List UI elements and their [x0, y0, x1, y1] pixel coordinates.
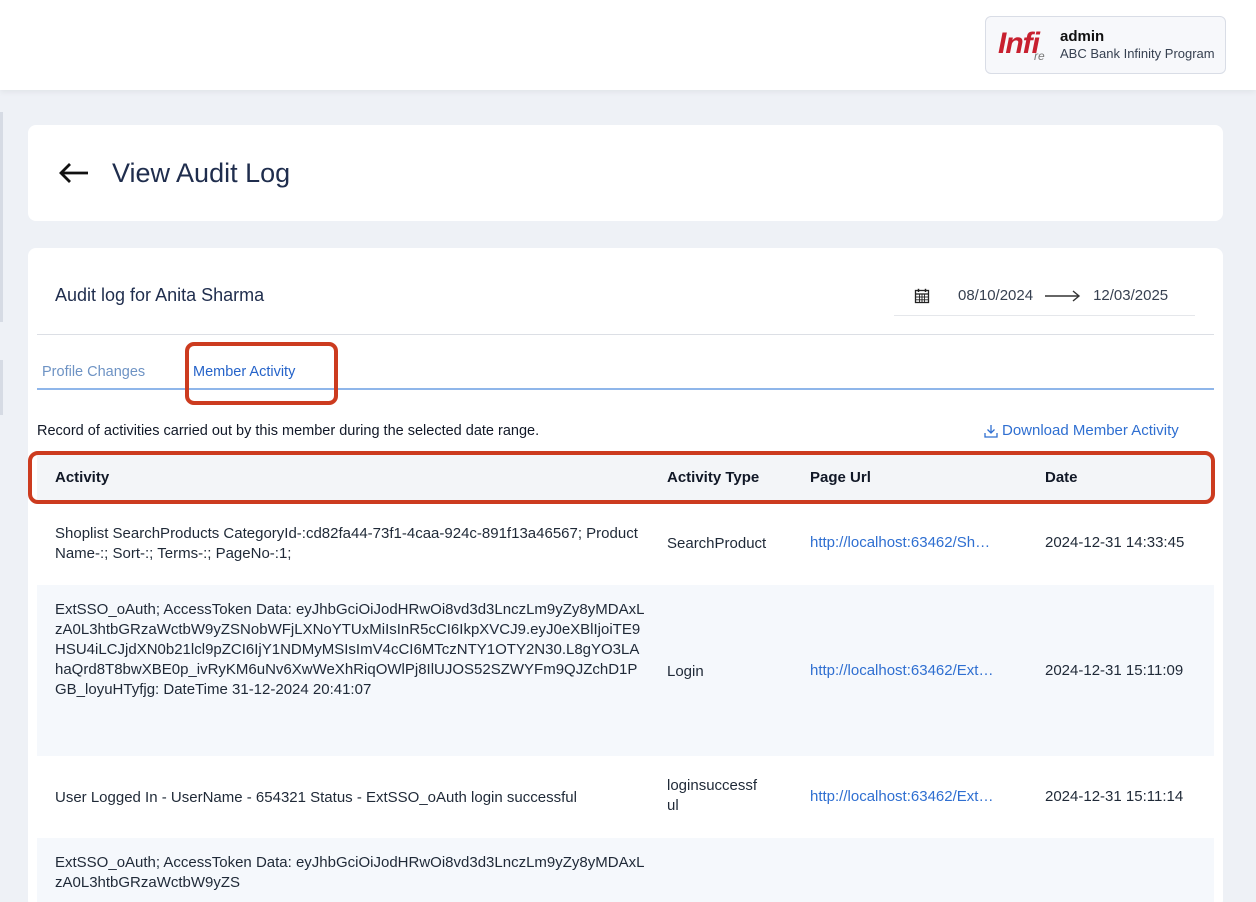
- activity-cell: User Logged In - UserName - 654321 Statu…: [55, 789, 577, 806]
- date-range-end[interactable]: 12/03/2025: [1093, 287, 1168, 304]
- top-bar: Infi re admin ABC Bank Infinity Program: [0, 0, 1256, 90]
- user-name: admin: [1060, 28, 1105, 46]
- date-cell: 2024-12-31 14:33:45: [1045, 534, 1185, 551]
- tab-highlight-box: [185, 342, 338, 405]
- table-row: ExtSSO_oAuth; AccessToken Data: eyJhbGci…: [37, 585, 1214, 756]
- program-name: ABC Bank Infinity Program: [1060, 46, 1215, 62]
- table-row: ExtSSO_oAuth; AccessToken Data: eyJhbGci…: [37, 838, 1214, 902]
- date-cell: 2024-12-31 15:11:09: [1045, 662, 1184, 679]
- date-range-start[interactable]: 08/10/2024: [958, 287, 1033, 304]
- page-url-link[interactable]: http://localhost:63462/Ext…: [810, 662, 1020, 679]
- side-panel-edge: [0, 360, 3, 415]
- logo-sub: re: [1034, 49, 1045, 63]
- audit-log-subtitle: Audit log for Anita Sharma: [55, 285, 265, 305]
- date-cell: 2024-12-31 15:11:14: [1045, 788, 1184, 805]
- date-range-picker[interactable]: 08/10/2024 12/03/2025: [894, 276, 1195, 316]
- logo-mark: Infi: [998, 27, 1040, 60]
- section-divider: [37, 334, 1214, 335]
- calendar-icon: [914, 288, 930, 303]
- download-icon: [984, 424, 998, 438]
- activity-cell: ExtSSO_oAuth; AccessToken Data: eyJhbGci…: [55, 854, 645, 891]
- program-logo: Infi re: [998, 27, 1054, 63]
- user-account-chip[interactable]: Infi re admin ABC Bank Infinity Program: [985, 16, 1226, 74]
- page-url-link[interactable]: http://localhost:63462/Sh…: [810, 534, 1020, 551]
- activity-description: Record of activities carried out by this…: [37, 423, 540, 439]
- table-row: User Logged In - UserName - 654321 Statu…: [37, 756, 1214, 838]
- activity-type-cell: loginsuccessful: [667, 777, 758, 814]
- header-highlight-box: [28, 451, 1215, 504]
- download-label[interactable]: Download Member Activity: [1002, 422, 1179, 439]
- activity-type-cell: Login: [667, 663, 704, 680]
- audit-tabs: Profile Changes Member Activity: [37, 342, 1214, 405]
- back-arrow-icon[interactable]: [58, 162, 90, 184]
- activity-type-cell: SearchProduct: [667, 535, 767, 552]
- table-row: Shoplist SearchProducts CategoryId-:cd82…: [37, 500, 1214, 585]
- tab-profile-changes[interactable]: Profile Changes: [42, 364, 145, 380]
- activity-cell: ExtSSO_oAuth; AccessToken Data: eyJhbGci…: [55, 601, 645, 698]
- download-member-activity-link[interactable]: Download Member Activity: [984, 422, 1179, 439]
- range-arrow-icon: [1045, 289, 1081, 302]
- page-title: View Audit Log: [112, 157, 291, 188]
- side-panel-edge: [0, 112, 3, 322]
- page-url-link[interactable]: http://localhost:63462/Ext…: [810, 788, 1020, 805]
- activity-cell: Shoplist SearchProducts CategoryId-:cd82…: [55, 525, 638, 562]
- page-header-card: View Audit Log: [28, 125, 1223, 221]
- audit-log-card: Audit log for Anita Sharma 08/10/2024 12…: [28, 248, 1223, 902]
